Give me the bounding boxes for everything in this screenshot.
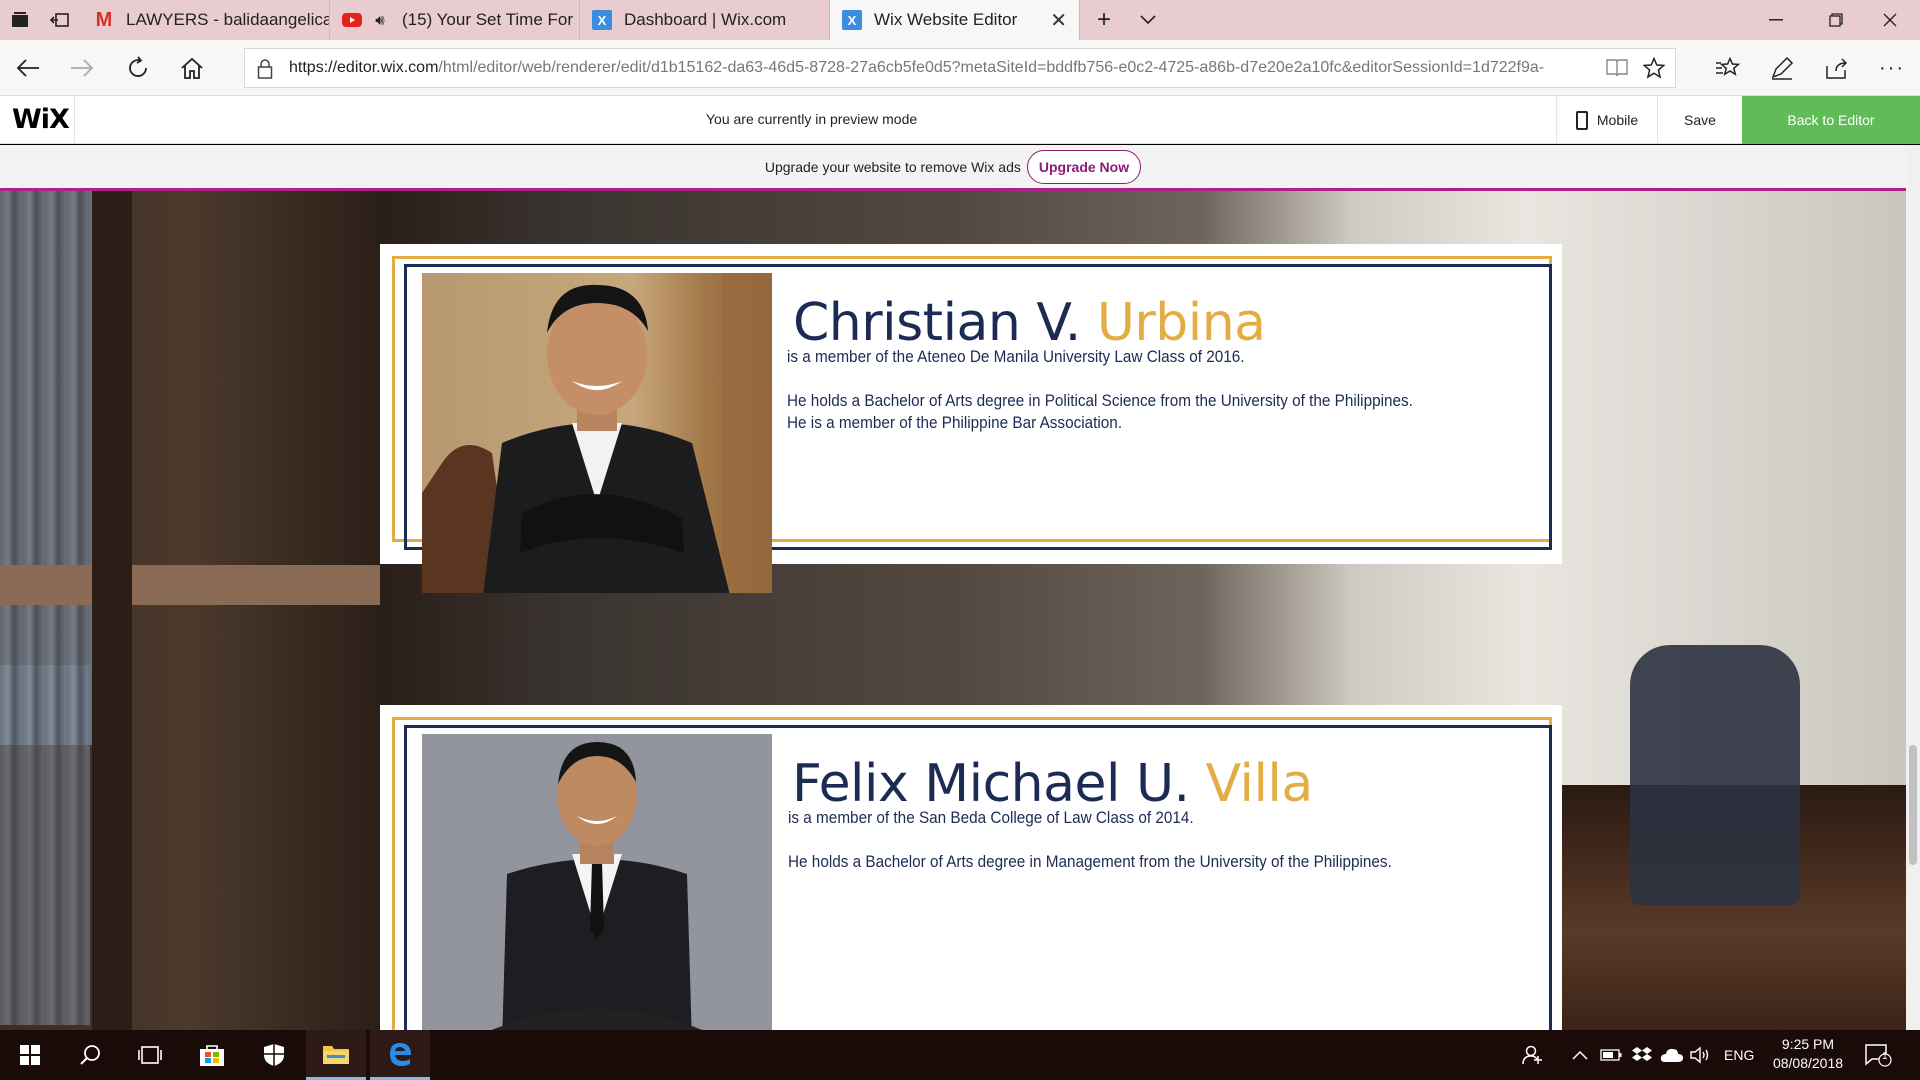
audio-playing-icon[interactable]: 🔊︎ — [370, 10, 390, 30]
lawyer-bio-line2: He holds a Bachelor of Arts degree in Po… — [787, 391, 1413, 432]
back-to-editor-button[interactable]: Back to Editor — [1742, 96, 1920, 144]
restore-window-icon[interactable] — [1806, 0, 1866, 40]
lawyer-bio-line2: He holds a Bachelor of Arts degree in Ma… — [788, 852, 1392, 871]
lawyer-name: Felix Michael U. Villa — [792, 754, 1313, 814]
share-icon[interactable] — [1816, 48, 1856, 88]
set-aside-tabs-icon[interactable] — [0, 0, 40, 40]
restore-tabs-icon[interactable] — [40, 0, 80, 40]
windows-taskbar: ENG 9:25 PM 08/08/2018 1 — [0, 1030, 1920, 1080]
mobile-label: Mobile — [1596, 112, 1639, 128]
battery-icon[interactable] — [1600, 1030, 1622, 1080]
bookshelf-books — [0, 185, 92, 745]
profile-card: Christian V. Urbina is a member of the A… — [380, 244, 1562, 593]
wix-icon: X — [592, 10, 612, 30]
address-bar[interactable]: https://editor.wix.com/html/editor/web/r… — [244, 48, 1676, 88]
wix-preview-header: WiX You are currently in preview mode Mo… — [0, 96, 1920, 144]
wix-ad-banner: Upgrade your website to remove Wix ads U… — [0, 145, 1906, 191]
wix-logo[interactable]: WiX — [12, 104, 70, 135]
people-icon[interactable] — [1522, 1030, 1544, 1080]
lawyer-name: Christian V. Urbina — [793, 293, 1266, 353]
bookshelf-post — [92, 145, 132, 1030]
new-tab-icon[interactable]: + — [1082, 0, 1126, 40]
url-path: /html/editor/web/renderer/edit/d1b15162-… — [438, 59, 1545, 76]
edge-browser-icon[interactable] — [370, 1030, 430, 1080]
lawyer-surname: Urbina — [1096, 293, 1266, 353]
clock-date: 08/08/2018 — [1772, 1055, 1844, 1071]
lawyer-bio-line1: is a member of the San Beda College of L… — [788, 808, 1194, 827]
clock-time: 9:25 PM — [1781, 1036, 1835, 1052]
forward-arrow-icon[interactable] — [62, 48, 102, 88]
gmail-icon: M — [95, 8, 113, 31]
profile-card: Felix Michael U. Villa is a member of th… — [380, 705, 1562, 1030]
lawyer-first-name: Felix Michael U. — [792, 754, 1190, 814]
url-text: https://editor.wix.com/html/editor/web/r… — [289, 59, 1629, 77]
action-center-notification-icon[interactable]: 1 — [1864, 1030, 1892, 1080]
windows-start-icon[interactable] — [0, 1030, 60, 1080]
microsoft-store-icon[interactable] — [182, 1030, 242, 1080]
scrollbar-thumb[interactable] — [1909, 745, 1917, 865]
lawyer-photo — [422, 273, 772, 593]
reading-view-icon[interactable] — [1605, 58, 1629, 83]
lawyer-bio-line1: is a member of the Ateneo De Manila Univ… — [787, 347, 1245, 366]
bookshelf-ledge — [0, 565, 380, 605]
task-view-icon[interactable] — [120, 1030, 180, 1080]
ad-banner-text: Upgrade your website to remove Wix ads — [764, 158, 1021, 175]
lawyer-first-name: Christian V. — [793, 293, 1081, 353]
input-language-indicator[interactable]: ENG — [1724, 1030, 1754, 1080]
phone-icon — [1575, 110, 1588, 130]
tab-wix-editor[interactable]: X Wix Website Editor ✕ — [830, 0, 1080, 40]
site-preview-viewport: Upgrade your website to remove Wix ads U… — [0, 145, 1920, 1030]
search-icon[interactable] — [60, 1030, 120, 1080]
back-arrow-icon[interactable] — [8, 48, 48, 88]
volume-icon[interactable] — [1690, 1030, 1712, 1080]
tab-title: Wix Website Editor — [874, 10, 1018, 29]
tab-wix-dashboard[interactable]: X Dashboard | Wix.com — [580, 0, 830, 40]
minimize-icon[interactable] — [1746, 0, 1806, 40]
close-tab-icon[interactable]: ✕ — [1050, 8, 1067, 33]
lock-icon — [257, 59, 273, 84]
page-scrollbar[interactable] — [1906, 145, 1920, 1030]
home-icon[interactable] — [172, 48, 212, 88]
wix-icon: X — [842, 10, 862, 30]
web-note-pen-icon[interactable] — [1762, 48, 1802, 88]
tab-gmail[interactable]: M LAWYERS - balidaangelica@ — [82, 0, 330, 40]
bookshelf-books-lower — [0, 665, 90, 1025]
file-explorer-icon[interactable] — [306, 1030, 366, 1080]
office-chair — [1630, 645, 1800, 905]
mobile-view-button[interactable]: Mobile — [1556, 96, 1658, 144]
more-options-icon[interactable]: ··· — [1872, 48, 1912, 88]
tab-youtube[interactable]: 🔊︎ (15) Your Set Time For I — [330, 0, 580, 40]
tab-title: (15) Your Set Time For I — [402, 10, 579, 29]
dropbox-icon[interactable] — [1632, 1030, 1652, 1080]
tab-title: LAWYERS - balidaangelica@ — [126, 10, 329, 29]
divider — [74, 96, 75, 144]
lawyer-photo — [422, 734, 772, 1030]
upgrade-now-button[interactable]: Upgrade Now — [1026, 149, 1142, 184]
onedrive-sync-icon[interactable] — [1660, 1030, 1684, 1080]
save-button[interactable]: Save — [1658, 96, 1742, 144]
notification-count: 1 — [1882, 1051, 1888, 1062]
browser-toolbar: https://editor.wix.com/html/editor/web/r… — [0, 40, 1920, 96]
preview-mode-message: You are currently in preview mode — [706, 111, 918, 127]
tab-preview-chevron-icon[interactable] — [1126, 0, 1170, 40]
youtube-icon — [342, 10, 362, 30]
lawyer-surname: Villa — [1205, 754, 1314, 814]
browser-tab-strip: M LAWYERS - balidaangelica@ 🔊︎ (15) Your… — [0, 0, 1920, 40]
favorites-hub-icon[interactable] — [1708, 48, 1748, 88]
windows-security-shield-icon[interactable] — [244, 1030, 304, 1080]
url-host: https://editor.wix.com — [289, 59, 439, 76]
favorite-star-icon[interactable] — [1642, 56, 1666, 84]
system-clock[interactable]: 9:25 PM 08/08/2018 — [1760, 1035, 1856, 1073]
show-hidden-icons-chevron-icon[interactable] — [1572, 1030, 1588, 1080]
close-window-icon[interactable] — [1860, 0, 1920, 40]
refresh-icon[interactable] — [118, 48, 158, 88]
tab-title: Dashboard | Wix.com — [624, 10, 787, 29]
